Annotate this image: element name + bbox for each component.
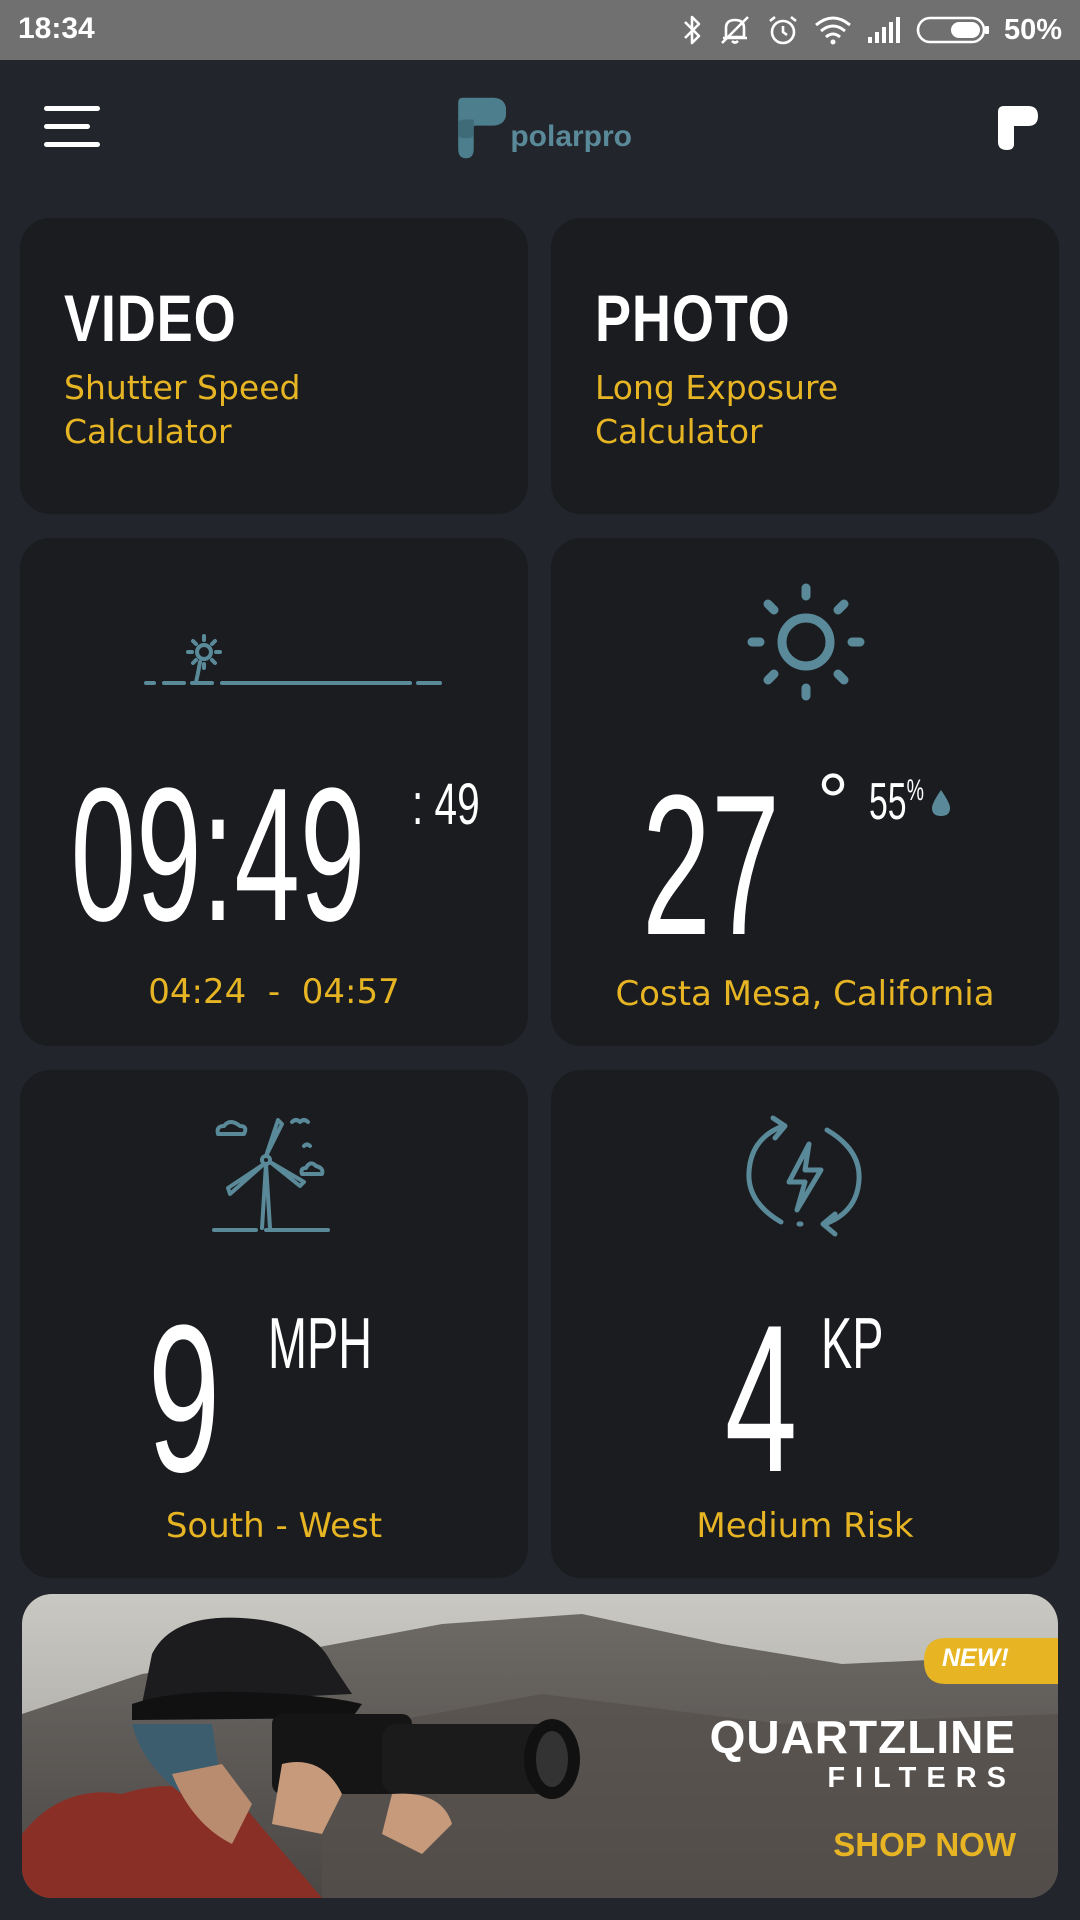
battery-percent: 50% <box>1003 13 1062 46</box>
banner-title: QUARTZLINE <box>709 1711 1016 1763</box>
weather-location: Costa Mesa, California <box>615 974 995 1014</box>
photo-card-title: PHOTO <box>595 281 791 355</box>
new-badge-text: NEW! <box>942 1644 1009 1672</box>
video-card-subtitle: Shutter Speed Calculator <box>64 366 464 454</box>
photo-subtitle-line2: Calculator <box>595 412 763 451</box>
golden-hour-range: 04:24 - 04:57 <box>148 972 400 1012</box>
kp-value: 4 <box>724 1281 798 1516</box>
polarpro-logo: polarpro <box>452 88 632 168</box>
sun-icon <box>747 583 865 701</box>
photo-subtitle-line1: Long Exposure <box>595 368 839 407</box>
bluetooth-icon <box>684 15 701 45</box>
wind-card[interactable]: 9 MPH South - West <box>20 1070 528 1578</box>
golden-hour-card[interactable]: 09:49 : 49 04:24 - 04:57 <box>20 538 528 1046</box>
kp-risk-level: Medium Risk <box>696 1506 914 1546</box>
current-time: 09:49 <box>70 749 366 961</box>
polarpro-logo-mark <box>458 97 507 159</box>
menu-button[interactable] <box>44 102 104 152</box>
raindrop-icon <box>932 790 950 816</box>
banner-subtitle: FILTERS <box>827 1762 1016 1794</box>
wind-speed-unit: MPH <box>268 1304 372 1384</box>
kp-unit: KP <box>821 1304 884 1384</box>
signal-icon <box>867 17 900 43</box>
polarpro-app-icon <box>998 106 1038 150</box>
kp-index-card[interactable]: 4 KP Medium Risk <box>551 1070 1059 1578</box>
menu-icon <box>44 106 100 111</box>
battery-icon <box>916 16 989 44</box>
quartzline-promo-banner[interactable]: NEW! QUARTZLINE FILTERS SHOP NOW <box>22 1594 1058 1898</box>
video-subtitle-line1: Shutter Speed <box>64 368 301 407</box>
current-time-seconds: : 49 <box>412 772 480 837</box>
lightning-refresh-icon <box>746 1115 862 1237</box>
wind-turbine-icon <box>212 1118 330 1232</box>
alarm-icon <box>769 15 797 45</box>
wind-direction: South - West <box>165 1506 383 1546</box>
weather-card[interactable]: 27 ° 55% Costa Mesa, California <box>551 538 1059 1046</box>
status-bar: 18:34 50% <box>0 0 1080 60</box>
status-time: 18:34 <box>18 12 95 45</box>
logo-text: polarpro <box>510 120 632 153</box>
degree-symbol: ° <box>817 757 849 846</box>
video-calculator-card[interactable]: VIDEO Shutter Speed Calculator <box>20 218 528 514</box>
photo-calculator-card[interactable]: PHOTO Long Exposure Calculator <box>551 218 1059 514</box>
polarpro-app-button[interactable] <box>996 104 1040 152</box>
temperature-value: 27 <box>642 754 780 977</box>
humidity-value: 55% <box>869 773 924 831</box>
wind-speed-value: 9 <box>147 1281 221 1516</box>
photo-card-subtitle: Long Exposure Calculator <box>595 366 995 454</box>
video-subtitle-line2: Calculator <box>64 412 232 451</box>
app-bar: polarpro <box>0 60 1080 210</box>
sunrise-horizon-icon <box>144 634 442 685</box>
humidity-unit: % <box>906 774 924 807</box>
wifi-icon <box>815 16 851 45</box>
status-icons: 50% <box>682 8 1062 52</box>
mute-icon <box>721 16 749 44</box>
video-card-title: VIDEO <box>64 281 237 355</box>
shop-now-button[interactable]: SHOP NOW <box>833 1826 1016 1864</box>
humidity-number: 55 <box>869 773 907 831</box>
